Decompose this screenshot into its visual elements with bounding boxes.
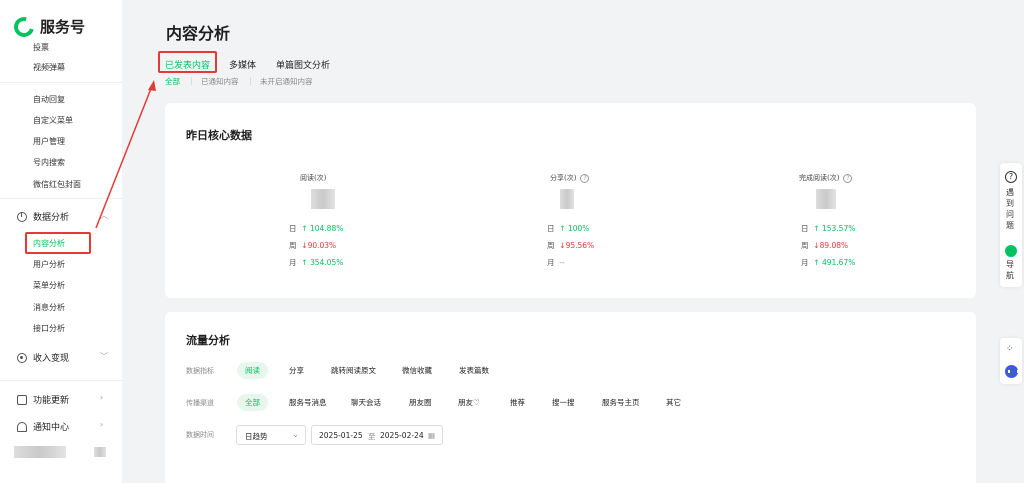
floating-tools-panel: ⁘ — [1000, 338, 1022, 384]
assistant-bot-icon[interactable] — [1005, 365, 1019, 378]
trend-value: 104.88% — [309, 224, 344, 233]
calendar-icon[interactable]: ▦ — [428, 431, 435, 440]
trend-value: 100% — [567, 224, 590, 233]
trend-value: 95.56% — [565, 241, 595, 250]
core-data-card: 昨日核心数据 阅读(次) 日 ↑ 104.88% 周 ↓90.03% 月 ↑ 3… — [165, 103, 976, 298]
chip-metric-shares[interactable]: 分享 — [281, 362, 312, 379]
trend-arrow: ↑ — [301, 258, 308, 267]
help-text[interactable]: 遇到问题 — [1006, 187, 1016, 231]
trend-arrow: ↑ — [301, 224, 308, 233]
date-range-picker[interactable]: 2025-01-25 至 2025-02-24 ▦ — [311, 425, 443, 445]
help-icon[interactable]: ? — [580, 173, 590, 183]
chip-metric-favorites[interactable]: 微信收藏 — [394, 362, 440, 379]
select-value: 日趋势 — [245, 432, 268, 441]
traffic-analysis-title: 流量分析 — [186, 334, 230, 347]
chip-channel-service-message[interactable]: 服务号消息 — [281, 394, 335, 411]
grid-icon[interactable]: ⁘ — [1006, 344, 1016, 354]
metric-shares-label: 分享(次) ? — [550, 173, 590, 183]
metric-label-text: 阅读(次) — [300, 174, 327, 182]
navigation-icon[interactable] — [1005, 245, 1017, 257]
chip-metric-read-original[interactable]: 跳转阅读原文 — [323, 362, 384, 379]
metric-shares-month: 月 -- — [547, 257, 565, 268]
metric-shares-day: 日 ↑ 100% — [547, 223, 589, 234]
trend-arrow: ↑ — [813, 258, 820, 267]
chip-channel-search[interactable]: 搜一搜 — [544, 394, 583, 411]
question-icon[interactable]: ? — [1005, 171, 1017, 183]
trend-value: 90.03% — [307, 241, 337, 250]
trend-arrow: ↑ — [813, 224, 820, 233]
chip-channel-homepage[interactable]: 服务号主页 — [594, 394, 648, 411]
chip-channel-moments[interactable]: 朋友圈 — [401, 394, 440, 411]
metric-completed-reads-week: 周 ↓89.08% — [801, 240, 848, 251]
date-end[interactable]: 2025-02-24 — [380, 431, 424, 440]
chevron-down-icon: ⌄ — [292, 430, 299, 439]
trend-value: -- — [559, 258, 565, 267]
trend-arrow: ↑ — [559, 224, 566, 233]
row-label: 日 — [801, 224, 809, 233]
metric-reads-week: 周 ↓90.03% — [289, 240, 336, 251]
chip-channel-recommend[interactable]: 推荐 — [502, 394, 533, 411]
row-label: 周 — [547, 241, 555, 250]
filter-label-channel: 传播渠道 — [186, 399, 214, 407]
row-label: 月 — [801, 258, 809, 267]
trend-value: 153.57% — [821, 224, 856, 233]
chip-channel-other[interactable]: 其它 — [658, 394, 689, 411]
row-label: 日 — [547, 224, 555, 233]
metric-label-text: 分享(次) — [550, 174, 577, 182]
metric-reads-month: 月 ↑ 354.05% — [289, 257, 343, 268]
metric-shares-week: 周 ↓95.56% — [547, 240, 594, 251]
trend-value: 89.08% — [819, 241, 849, 250]
trend-value: 491.67% — [821, 258, 856, 267]
row-label: 月 — [289, 258, 297, 267]
metric-completed-reads-label: 完成阅读(次) ? — [799, 173, 853, 183]
chip-channel-friends-like[interactable]: 朋友♡ — [450, 394, 488, 411]
metric-completed-reads-day: 日 ↑ 153.57% — [801, 223, 855, 234]
chip-metric-reads[interactable]: 阅读 — [237, 362, 268, 379]
trend-granularity-select[interactable]: 日趋势 ⌄ — [236, 425, 306, 445]
metric-reads-label: 阅读(次) — [300, 173, 326, 183]
metric-reads-value-blurred — [311, 189, 335, 209]
metric-completed-reads-value-blurred — [816, 189, 836, 209]
core-data-title: 昨日核心数据 — [186, 129, 252, 142]
row-label: 月 — [547, 258, 555, 267]
row-label: 周 — [289, 241, 297, 250]
row-label: 周 — [801, 241, 809, 250]
help-icon[interactable]: ? — [843, 173, 853, 183]
row-label: 日 — [289, 224, 297, 233]
floating-help-panel: ? 遇到问题 导航 — [1000, 163, 1022, 287]
filter-label-time: 数据时间 — [186, 431, 214, 439]
chip-channel-all[interactable]: 全部 — [237, 394, 268, 411]
nav-text[interactable]: 导航 — [1006, 259, 1016, 281]
metric-shares-value-blurred — [560, 189, 574, 209]
filter-label-metric: 数据指标 — [186, 367, 214, 375]
chip-channel-chat[interactable]: 聊天会话 — [343, 394, 389, 411]
chip-metric-post-count[interactable]: 发表篇数 — [451, 362, 497, 379]
metric-completed-reads-month: 月 ↑ 491.67% — [801, 257, 855, 268]
date-start[interactable]: 2025-01-25 — [319, 431, 363, 440]
metric-reads-day: 日 ↑ 104.88% — [289, 223, 343, 234]
trend-value: 354.05% — [309, 258, 344, 267]
metric-label-text: 完成阅读(次) — [799, 174, 840, 182]
date-separator: 至 — [368, 432, 376, 441]
